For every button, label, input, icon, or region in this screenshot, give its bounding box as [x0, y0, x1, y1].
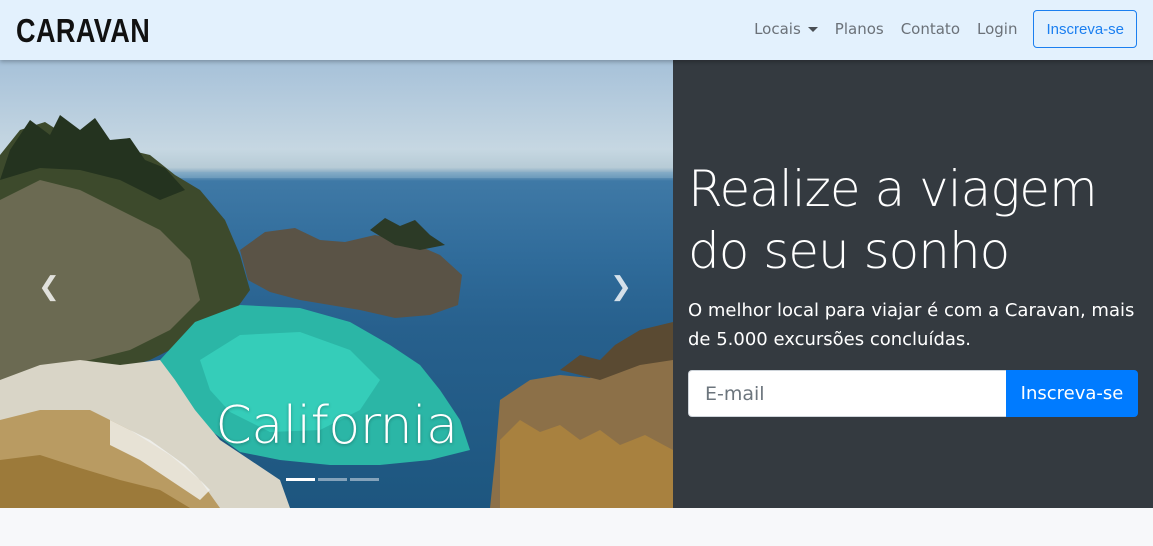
nav-item-contato[interactable]: Contato [901, 20, 960, 38]
nav-signup-button[interactable]: Inscreva-se [1033, 10, 1137, 48]
nav-item-locais[interactable]: Locais [754, 20, 818, 38]
carousel-indicator-3[interactable] [350, 478, 379, 481]
carousel-indicators [286, 478, 382, 481]
hero-section: ❮ ❯ California Realize a viagem do seu s… [0, 60, 1153, 508]
carousel-caption: California [215, 396, 458, 456]
carousel-indicator-2[interactable] [318, 478, 347, 481]
chevron-right-icon: ❯ [610, 272, 632, 302]
email-signup-form: Inscreva-se [688, 370, 1138, 417]
signup-panel: Realize a viagem do seu sonho O melhor l… [673, 60, 1153, 508]
carousel-prev-button[interactable]: ❮ [34, 272, 64, 302]
nav-item-login[interactable]: Login [977, 20, 1017, 38]
carousel-indicator-1[interactable] [286, 478, 315, 481]
caret-down-icon [807, 26, 818, 32]
page-below-fold [0, 508, 1153, 546]
hero-lead-text: O melhor local para viajar é com a Carav… [688, 300, 1135, 350]
email-input[interactable] [688, 370, 1006, 417]
hero-headline: Realize a viagem do seu sonho [688, 160, 1098, 280]
brand-logo[interactable]: CARAVAN [16, 12, 150, 50]
carousel-next-button[interactable]: ❯ [606, 272, 636, 302]
chevron-left-icon: ❮ [38, 272, 60, 302]
image-carousel[interactable]: ❮ ❯ California [0, 60, 673, 508]
nav-item-planos[interactable]: Planos [835, 20, 884, 38]
nav-item-label: Locais [754, 20, 801, 38]
email-signup-button[interactable]: Inscreva-se [1006, 370, 1138, 417]
nav-links: Locais Planos Contato Login Inscreva-se [737, 10, 1137, 48]
top-navbar: CARAVAN Locais Planos Contato Login Insc… [0, 0, 1153, 60]
